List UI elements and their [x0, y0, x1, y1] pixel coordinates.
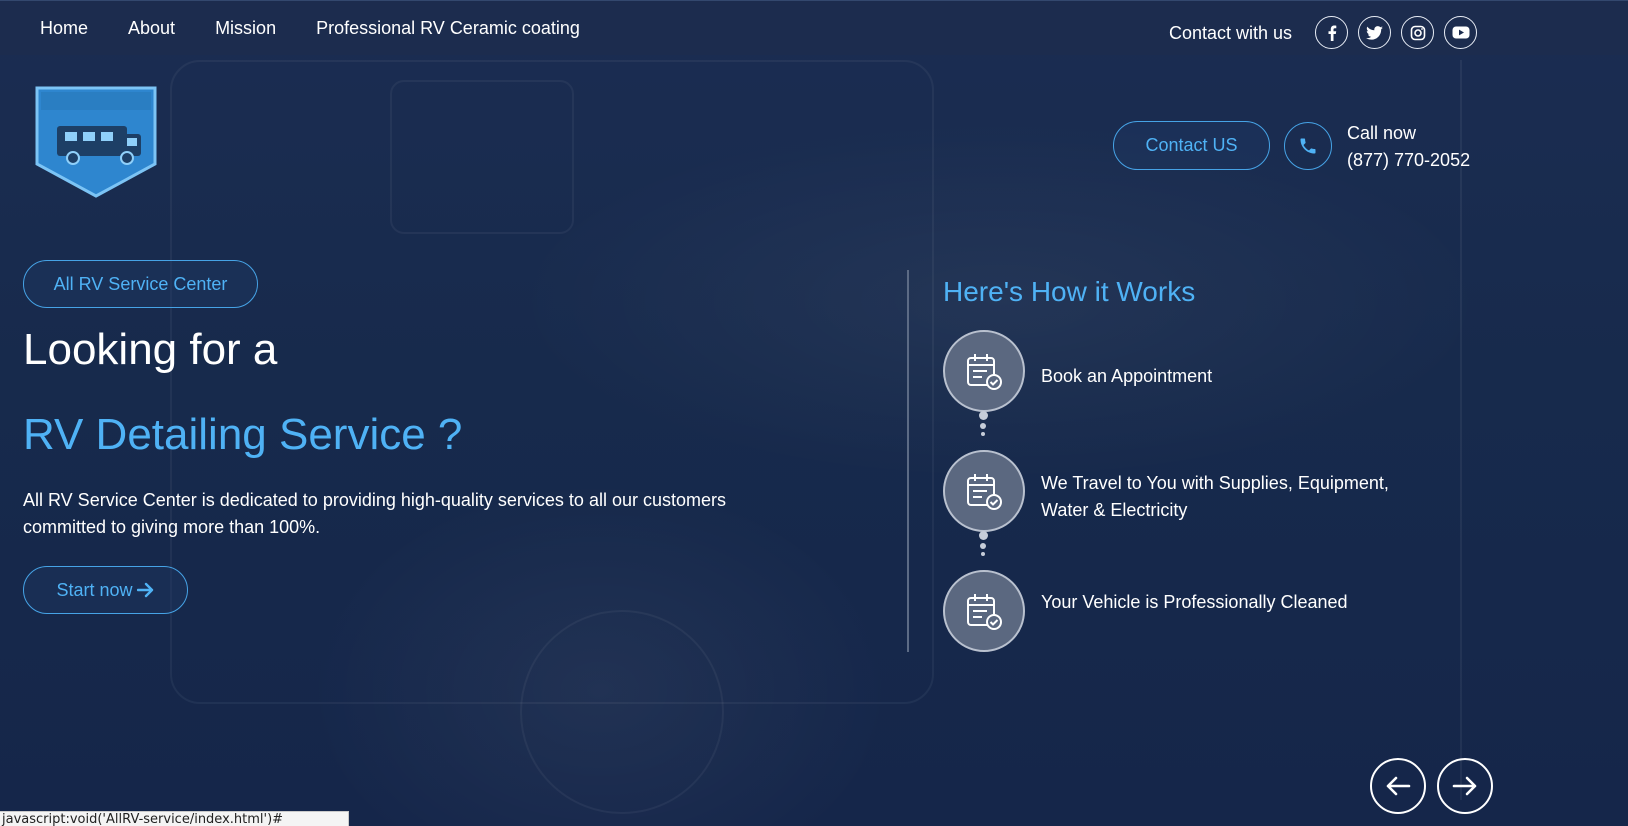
hero-description: All RV Service Center is dedicated to pr… [23, 490, 726, 537]
start-now-label: Start now [56, 579, 133, 600]
slider-next-button[interactable] [1437, 758, 1493, 814]
step-3-text: Your Vehicle is Professionally Cleaned [1041, 592, 1348, 612]
contact-label: Contact with us [1169, 23, 1293, 43]
calendar-check-icon [943, 450, 1025, 532]
nav-mission[interactable]: Mission [215, 18, 276, 39]
arrow-right-icon [1452, 776, 1477, 796]
main-nav: Home About Mission Professional RV Ceram… [40, 1, 580, 55]
calendar-check-icon [943, 330, 1025, 412]
start-now-button[interactable]: Start now [23, 566, 188, 614]
step-connector [978, 531, 988, 556]
status-bar-url: javascript:void('AllRV-service/index.htm… [0, 811, 349, 826]
facebook-icon[interactable] [1315, 16, 1348, 49]
contact-us-button[interactable]: Contact US [1113, 121, 1270, 170]
section-divider [907, 270, 909, 652]
phone-icon[interactable] [1284, 122, 1332, 170]
step-connector [978, 411, 988, 436]
call-label: Call now [1347, 123, 1417, 143]
service-center-tag[interactable]: All RV Service Center [23, 260, 258, 308]
step-1-text: Book an Appointment [1041, 366, 1213, 386]
nav-about[interactable]: About [128, 18, 175, 39]
nav-home[interactable]: Home [40, 18, 88, 39]
rv-wheel-shape [520, 610, 724, 814]
nav-ceramic-coating[interactable]: Professional RV Ceramic coating [316, 18, 580, 39]
arrow-right-icon [136, 582, 153, 598]
hero-heading-line2: RV Detailing Service ? [23, 410, 463, 459]
slider-prev-button[interactable] [1370, 758, 1426, 814]
step-2-text: We Travel to You with Supplies, Equipmen… [1041, 473, 1389, 520]
site-logo[interactable] [35, 86, 157, 198]
hero-heading-line1: Looking for a [23, 325, 278, 374]
youtube-icon[interactable] [1444, 16, 1477, 49]
arrow-left-icon [1386, 776, 1411, 796]
rv-window-shape [390, 80, 574, 234]
social-links [1315, 16, 1477, 49]
phone-number[interactable]: (877) 770-2052 [1347, 147, 1470, 174]
top-navbar: Home About Mission Professional RV Ceram… [0, 0, 1628, 55]
call-info: Call now (877) 770-2052 [1347, 120, 1470, 174]
calendar-check-icon [943, 570, 1025, 652]
twitter-icon[interactable] [1358, 16, 1391, 49]
instagram-icon[interactable] [1401, 16, 1434, 49]
how-it-works-title: Here's How it Works [943, 276, 1196, 307]
